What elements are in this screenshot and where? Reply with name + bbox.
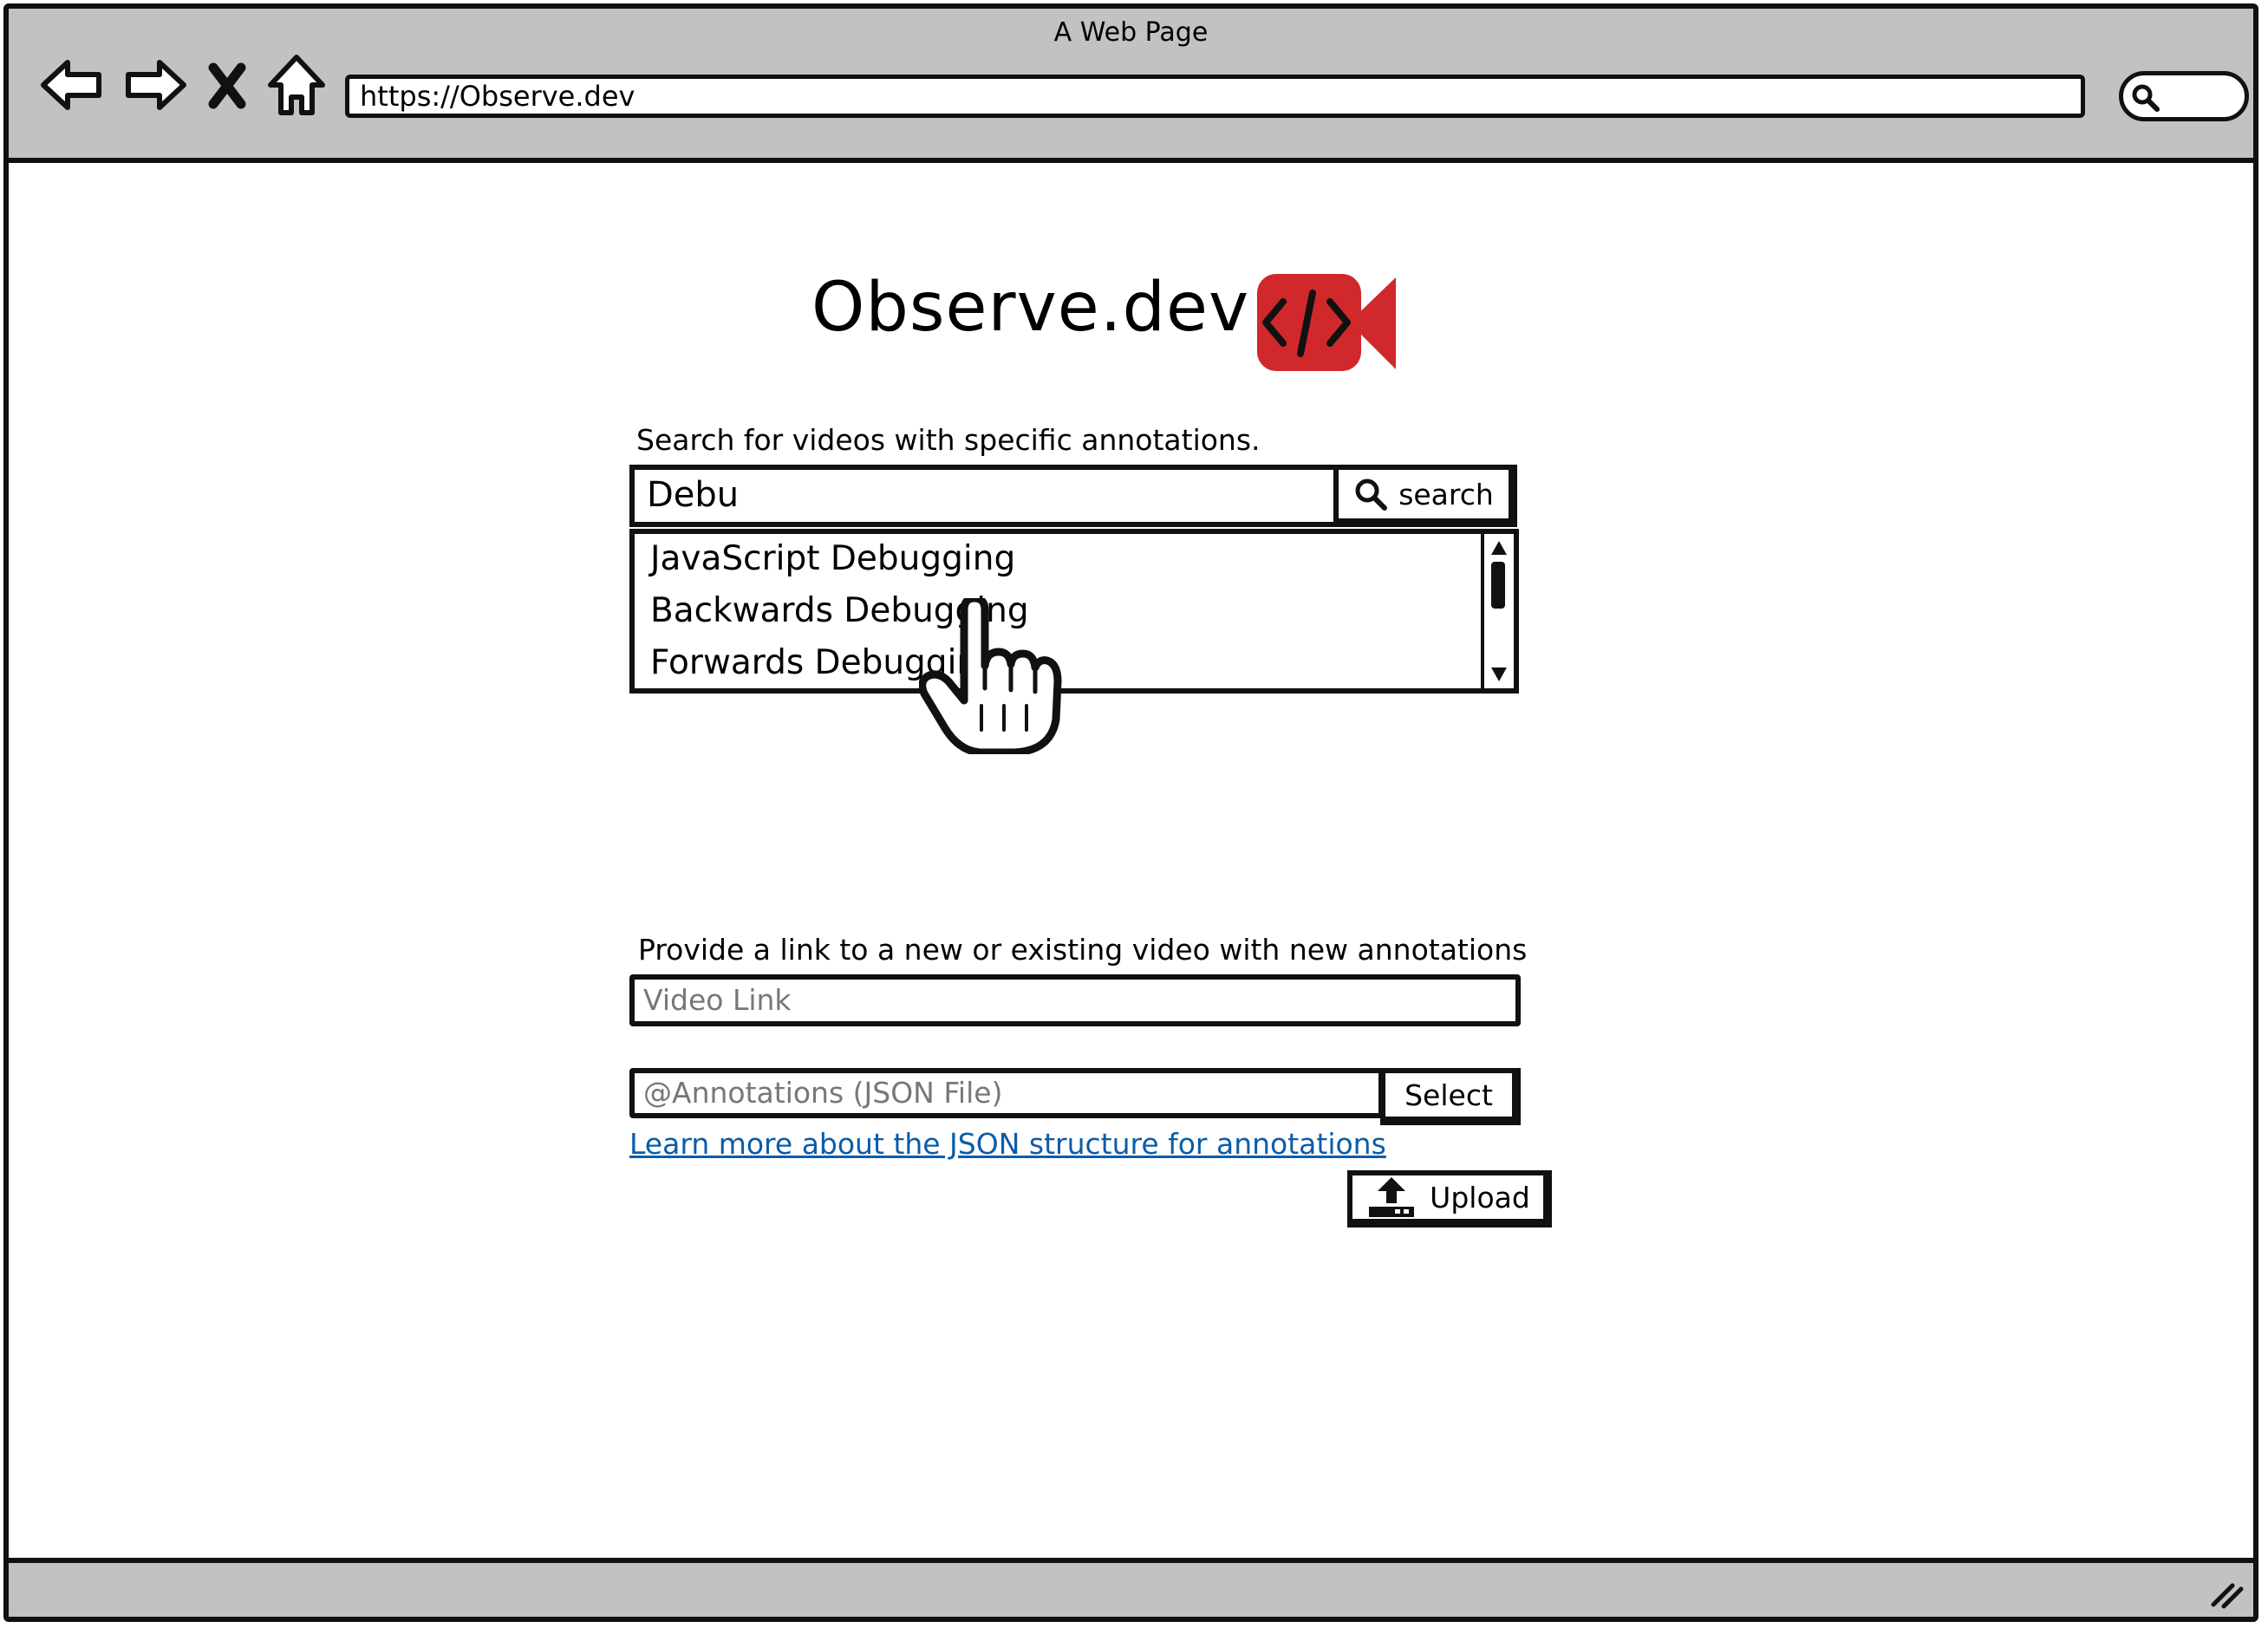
url-bar[interactable]: https://Observe.dev (345, 75, 2085, 118)
search-button-label: search (1398, 477, 1494, 511)
video-link-input[interactable]: Video Link (629, 974, 1521, 1026)
upload-form-label: Provide a link to a new or existing vide… (638, 933, 1528, 967)
home-icon[interactable] (262, 50, 331, 120)
video-code-icon (1257, 274, 1396, 371)
learn-more-link[interactable]: Learn more about the JSON structure for … (629, 1127, 1386, 1161)
search-label: Search for videos with specific annotati… (636, 423, 1261, 457)
search-icon (1355, 479, 1388, 511)
upload-button-label: Upload (1430, 1180, 1530, 1214)
scrollbar[interactable] (1481, 534, 1514, 688)
close-icon[interactable] (201, 50, 253, 120)
select-file-button[interactable]: Select (1380, 1068, 1521, 1125)
back-arrow-icon[interactable] (38, 50, 108, 120)
browser-chrome: A Web Page https://Observe.dev (9, 9, 2253, 163)
search-icon (2132, 84, 2160, 112)
annotations-file-input[interactable]: @Annotations (JSON File) (629, 1068, 1384, 1118)
browser-search-field[interactable] (2119, 71, 2249, 121)
scroll-down-icon[interactable] (1489, 666, 1509, 683)
window-title: A Web Page (1053, 17, 1209, 48)
forward-arrow-icon[interactable] (120, 50, 189, 120)
suggestion-list[interactable]: JavaScript Debugging Backwards Debugging… (629, 529, 1519, 694)
search-input[interactable]: Debu (629, 465, 1342, 527)
search-button[interactable]: search (1333, 465, 1517, 527)
upload-button[interactable]: Upload (1347, 1170, 1552, 1228)
upload-icon (1369, 1177, 1415, 1217)
status-bar (9, 1558, 2253, 1617)
scroll-thumb[interactable] (1491, 562, 1505, 609)
suggestion-item[interactable]: JavaScript Debugging (650, 539, 1015, 578)
scroll-up-icon[interactable] (1489, 539, 1509, 557)
hand-cursor-icon (919, 598, 1062, 754)
browser-window: A Web Page https://Observe.dev Observe.d… (3, 3, 2258, 1622)
resize-grip-icon[interactable] (2206, 1573, 2245, 1612)
site-logo-text: Observe.dev (811, 269, 1250, 347)
